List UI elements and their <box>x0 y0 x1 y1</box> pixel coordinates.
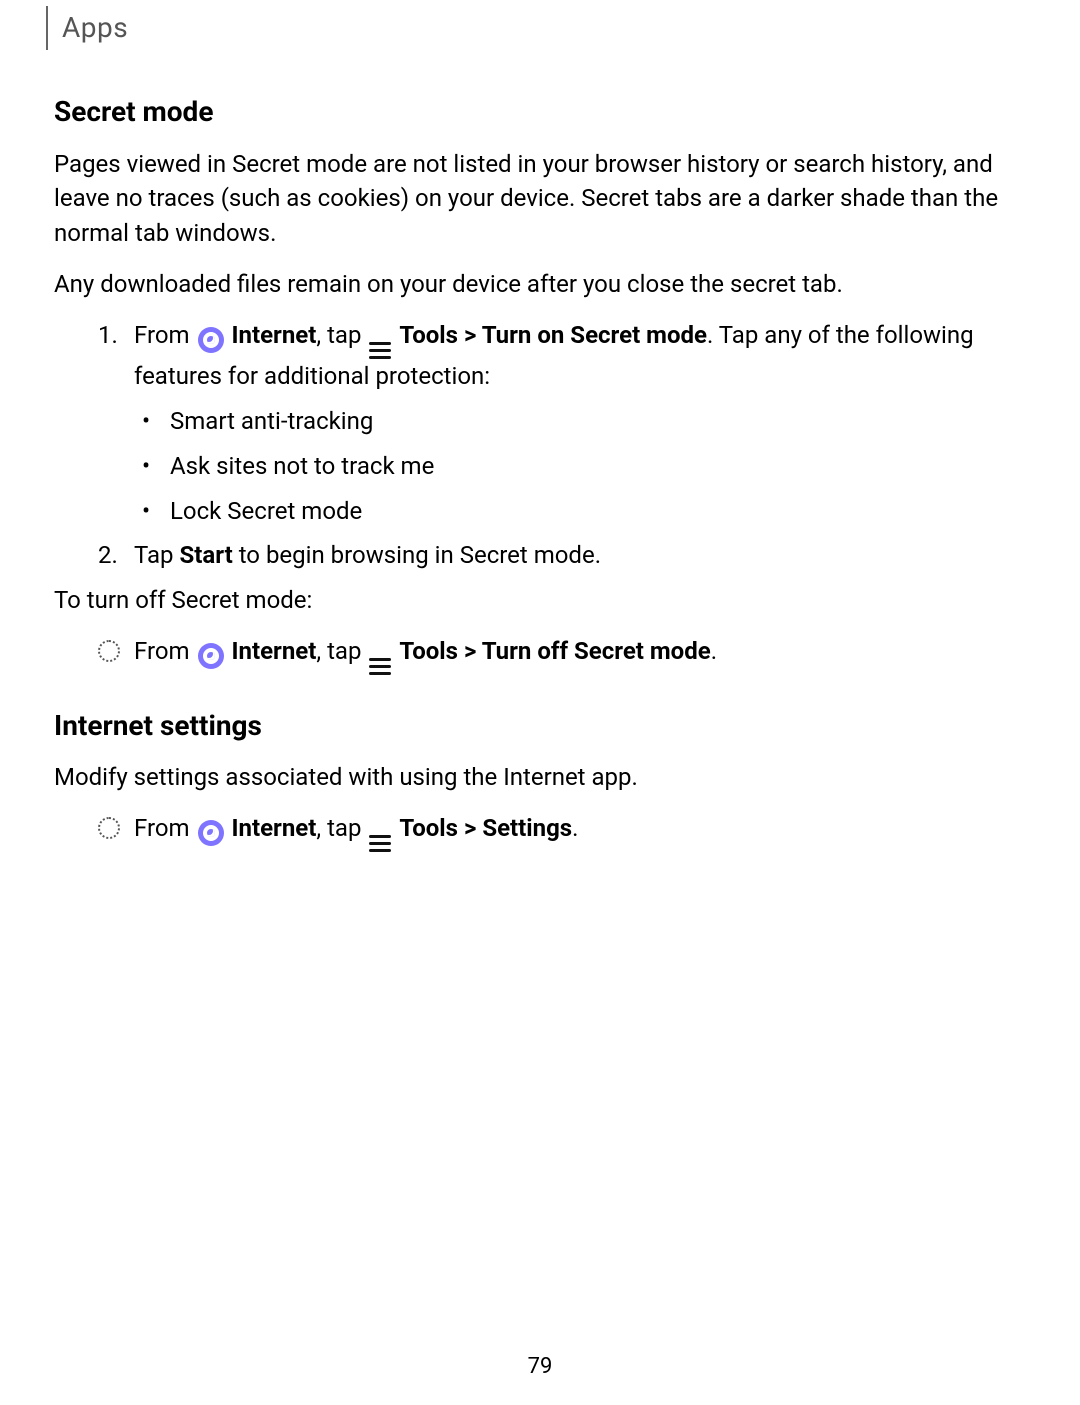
page-content: Secret mode Pages viewed in Secret mode … <box>54 92 1026 852</box>
dotted-circle-bullet <box>98 634 126 670</box>
feature-text: Smart anti-tracking <box>170 404 1026 439</box>
action-label: Turn on Secret mode <box>482 321 707 349</box>
secret-mode-intro-2: Any downloaded files remain on your devi… <box>54 267 1026 302</box>
text: , tap <box>316 814 367 842</box>
settings-step: From Internet, tap Tools > Settings. <box>98 811 1026 853</box>
step-number: 1. <box>98 318 126 353</box>
turn-off-step: From Internet, tap Tools > Turn off Secr… <box>98 634 1026 676</box>
manual-page: Apps Secret mode Pages viewed in Secret … <box>0 8 1080 1405</box>
bullet: • <box>142 449 162 484</box>
text: Tap <box>134 541 179 569</box>
internet-settings-heading: Internet settings <box>54 706 1026 747</box>
period: . <box>711 637 717 665</box>
text: From <box>134 321 196 349</box>
action-label: Settings <box>482 814 572 842</box>
secret-mode-heading: Secret mode <box>54 92 1026 133</box>
text: , tap <box>316 637 367 665</box>
turn-off-intro: To turn off Secret mode: <box>54 583 1026 618</box>
menu-icon <box>369 834 391 852</box>
step-body: From Internet, tap Tools > Turn off Secr… <box>134 634 1026 676</box>
breadcrumb: Apps <box>62 8 128 49</box>
text: From <box>134 637 196 665</box>
internet-app-icon <box>198 643 224 669</box>
bullet: • <box>142 494 162 529</box>
period: . <box>572 814 578 842</box>
menu-icon <box>369 341 391 359</box>
step-body: Tap Start to begin browsing in Secret mo… <box>134 538 1026 573</box>
header-divider <box>46 6 48 50</box>
feature-text: Lock Secret mode <box>170 494 1026 529</box>
step-1: 1. From Internet, tap Tools > Turn on Se… <box>98 318 1026 394</box>
feature-text: Ask sites not to track me <box>170 449 1026 484</box>
chevron: > <box>458 814 482 842</box>
chevron: > <box>458 637 482 665</box>
page-header: Apps <box>54 8 1026 56</box>
text: to begin browsing in Secret mode. <box>233 541 601 569</box>
tools-label: Tools <box>399 814 458 842</box>
bullet: • <box>142 404 162 439</box>
tools-label: Tools <box>399 637 458 665</box>
step-2: 2. Tap Start to begin browsing in Secret… <box>98 538 1026 573</box>
dotted-circle-bullet <box>98 811 126 847</box>
chevron: > <box>458 321 482 349</box>
step-number: 2. <box>98 538 126 573</box>
tools-label: Tools <box>399 321 458 349</box>
internet-label: Internet <box>232 814 317 842</box>
feature-item: • Lock Secret mode <box>142 494 1026 529</box>
internet-label: Internet <box>232 637 317 665</box>
internet-app-icon <box>198 327 224 353</box>
secret-mode-intro-1: Pages viewed in Secret mode are not list… <box>54 147 1026 251</box>
feature-item: • Ask sites not to track me <box>142 449 1026 484</box>
start-label: Start <box>179 541 232 569</box>
page-number: 79 <box>0 1351 1080 1383</box>
action-label: Turn off Secret mode <box>482 637 711 665</box>
step-body: From Internet, tap Tools > Turn on Secre… <box>134 318 1026 394</box>
menu-icon <box>369 658 391 676</box>
internet-settings-intro: Modify settings associated with using th… <box>54 760 1026 795</box>
internet-app-icon <box>198 820 224 846</box>
dotted-circle-icon <box>98 817 120 839</box>
step-body: From Internet, tap Tools > Settings. <box>134 811 1026 853</box>
text: From <box>134 814 196 842</box>
feature-item: • Smart anti-tracking <box>142 404 1026 439</box>
internet-label: Internet <box>232 321 317 349</box>
text: , tap <box>316 321 367 349</box>
dotted-circle-icon <box>98 640 120 662</box>
